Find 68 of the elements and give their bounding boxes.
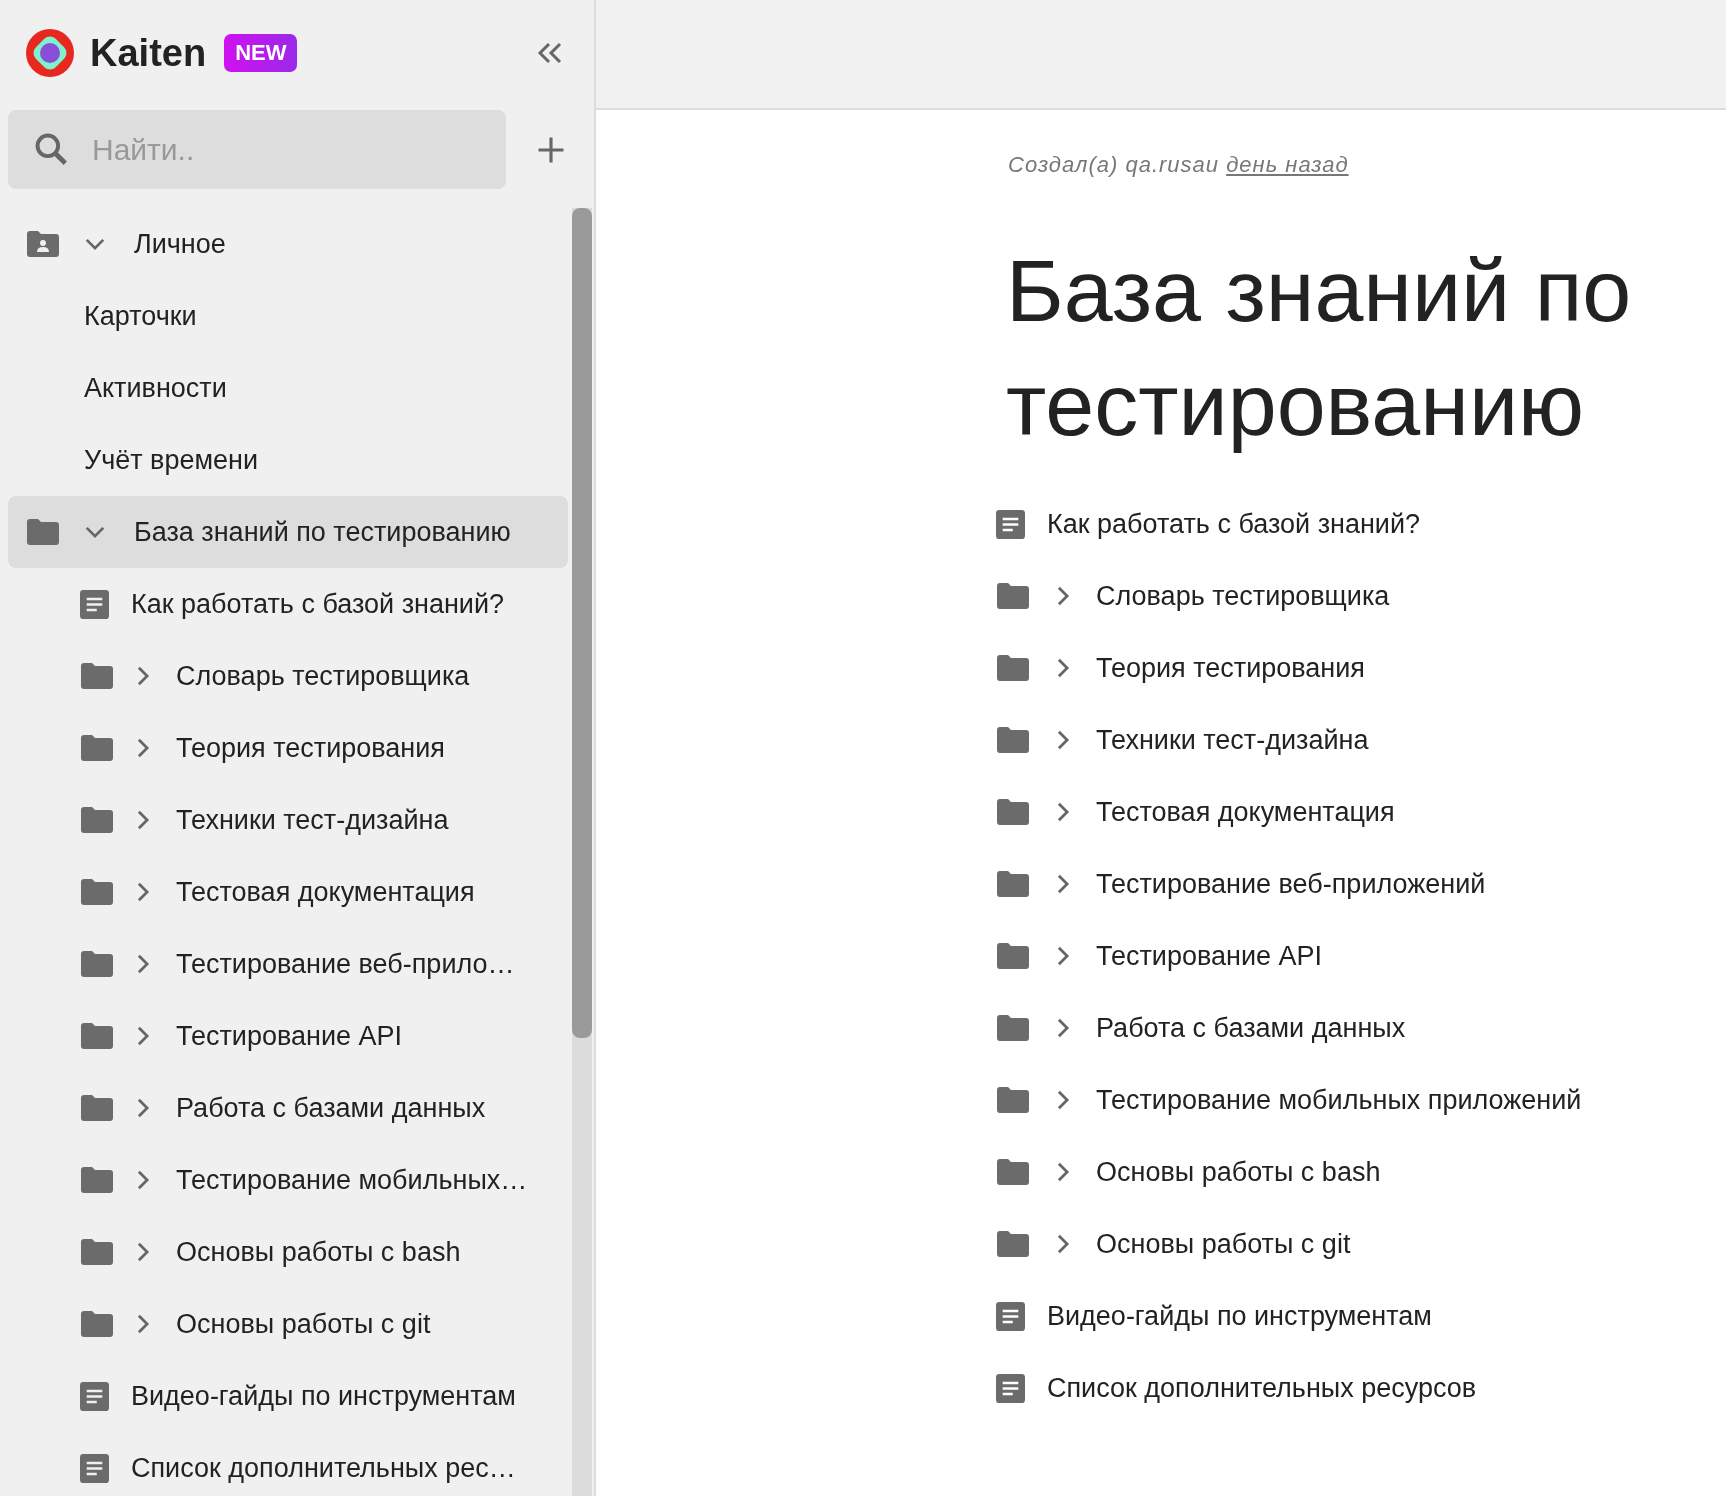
page-list-item[interactable]: Тестовая документация [996,776,1726,848]
sidebar-section[interactable]: База знаний по тестированию [8,496,568,568]
document-icon [80,1381,109,1411]
sidebar-item[interactable]: Учёт времени [8,424,568,496]
document-icon [80,1453,109,1483]
folder-icon [996,871,1030,897]
sidebar-item[interactable]: Словарь тестировщика [8,640,568,712]
document-icon [996,509,1025,539]
folder-icon [80,1239,114,1265]
document-icon [996,1373,1025,1403]
sidebar-section[interactable]: Личное [8,208,568,280]
folder-icon [80,735,114,761]
folder-icon [996,1159,1030,1185]
folder-icon [80,1095,114,1121]
new-badge: NEW [224,34,298,72]
folder-icon [80,1167,114,1193]
scrollbar[interactable] [572,208,592,1496]
document-icon [80,589,109,619]
folder-icon [996,943,1030,969]
folder-icon [26,519,60,545]
page-list-item[interactable]: Основы работы с bash [996,1136,1726,1208]
folder-icon [80,807,114,833]
folder-icon [80,1311,114,1337]
sidebar-item[interactable]: Список дополнительных рес… [8,1432,568,1496]
page-list-item[interactable]: Техники тест-дизайна [996,704,1726,776]
page-list-item[interactable]: Тестирование веб-приложений [996,848,1726,920]
page-list-item[interactable]: Словарь тестировщика [996,560,1726,632]
brand-name: Kaiten [90,31,207,75]
person-folder-icon [26,231,60,257]
sidebar-item[interactable]: Основы работы с bash [8,1216,568,1288]
page-list-item[interactable]: Основы работы с git [996,1208,1726,1280]
search-field[interactable]: Найти.. [8,110,506,189]
folder-icon [996,727,1030,753]
folder-icon [996,1015,1030,1041]
folder-icon [996,799,1030,825]
author-line: Создал(а) qa.rusau день назад [1008,152,1350,178]
sidebar-item[interactable]: Активности [8,352,568,424]
sidebar-item[interactable]: Тестовая документация [8,856,568,928]
folder-icon [80,951,114,977]
page-list-item[interactable]: Теория тестирования [996,632,1726,704]
sidebar-item[interactable]: Тестирование мобильных… [8,1144,568,1216]
page-list-item[interactable]: Список дополнительных ресурсов [996,1352,1726,1424]
logo-icon [26,29,74,77]
folder-icon [996,1231,1030,1257]
sidebar-item[interactable]: Видео-гайды по инструментам [8,1360,568,1432]
sidebar-item[interactable]: Карточки [8,280,568,352]
page-list-item[interactable]: Как работать с базой знаний? [996,488,1726,560]
folder-icon [80,663,114,689]
folder-icon [996,583,1030,609]
page-list-item[interactable]: Видео-гайды по инструментам [996,1280,1726,1352]
page-list-item[interactable]: Работа с базами данных [996,992,1726,1064]
sidebar-item[interactable]: Как работать с базой знаний? [8,568,568,640]
sidebar-item[interactable]: Техники тест-дизайна [8,784,568,856]
page-list-item[interactable]: Тестирование API [996,920,1726,992]
folder-icon [996,1087,1030,1113]
sidebar-item[interactable]: Тестирование API [8,1000,568,1072]
folder-icon [80,1023,114,1049]
page-title: База знаний по тестированию [1006,240,1633,456]
folder-icon [80,879,114,905]
sidebar-item[interactable]: Теория тестирования [8,712,568,784]
sidebar-item[interactable]: Работа с базами данных [8,1072,568,1144]
sidebar-item[interactable]: Тестирование веб-прило… [8,928,568,1000]
collapse-icon[interactable] [536,41,564,65]
document-icon [996,1301,1025,1331]
folder-icon [996,655,1030,681]
sidebar-item[interactable]: Основы работы с git [8,1288,568,1360]
page-list-item[interactable]: Тестирование мобильных приложений [996,1064,1726,1136]
date-link[interactable]: день назад [1226,152,1349,177]
